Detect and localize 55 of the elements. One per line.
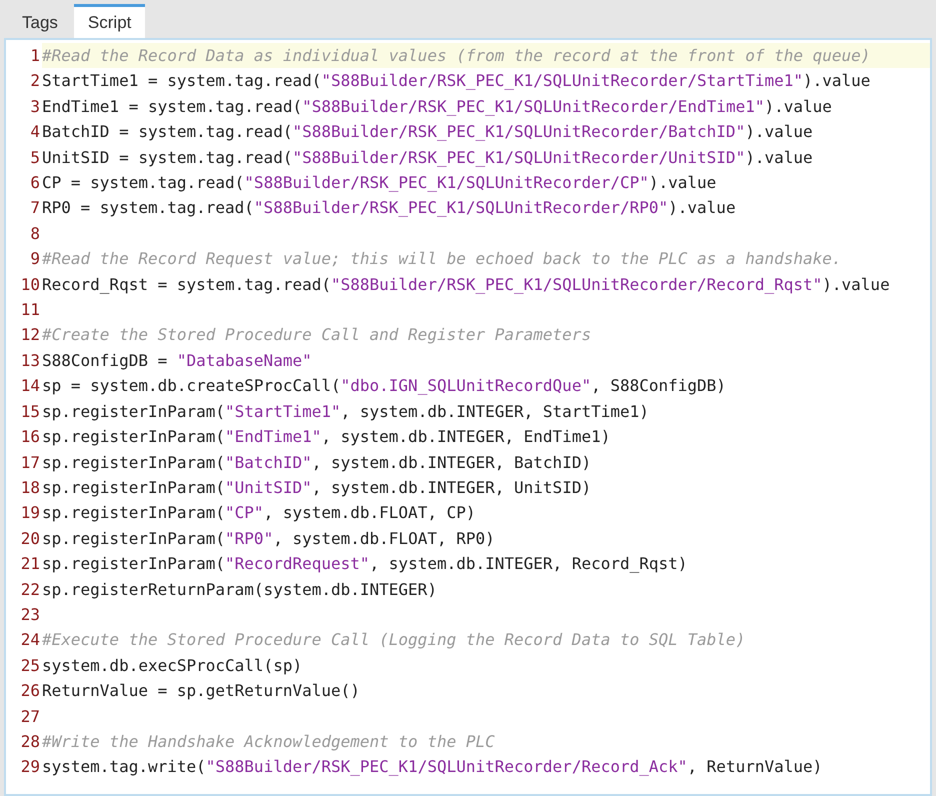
line-number: 11 xyxy=(20,299,41,322)
code-line: sp.registerReturnParam(system.db.INTEGER) xyxy=(42,578,438,601)
code-line: StartTime1 = system.tag.read("S88Builder/RSK_PEC_K1/SQLUnitRecorder/StartTime1").value xyxy=(42,70,872,92)
line-number: 3 xyxy=(29,96,41,118)
code-line: EndTime1 = system.tag.read("S88Builder/RSK_PEC_K1/SQLUnitRecorder/EndTime1").value xyxy=(42,96,833,118)
code-line: sp = system.db.createSProcCall("dbo.IGN_SQLUnitRecordQue", S88ConfigDB) xyxy=(42,375,727,398)
code-line: sp.registerInParam("StartTime1", system.db.INTEGER, StartTime1) xyxy=(42,400,650,423)
line-number: 14 xyxy=(20,375,41,398)
code-line: #Read the Record Request value; this will be echoed back to the PLC as a handshake. xyxy=(42,248,843,270)
line-number: 1 xyxy=(29,45,41,67)
line-number: 26 xyxy=(20,680,41,702)
code-line: sp.registerInParam("RP0", system.db.FLOAT, RP0) xyxy=(42,528,496,550)
code-line: sp.registerInParam("CP", system.db.FLOAT, CP) xyxy=(42,502,476,524)
code-line: system.tag.write("S88Builder/RSK_PEC_K1/SQLUnitRecorder/Record_Ack", ReturnValue) xyxy=(42,756,824,778)
line-number: 13 xyxy=(20,350,41,372)
line-number: 22 xyxy=(20,578,41,601)
code-line: sp.registerInParam("RecordRequest", system.db.INTEGER, Record_Rqst) xyxy=(42,553,688,576)
line-number: 16 xyxy=(20,426,41,448)
code-line: system.db.execSProcCall(sp) xyxy=(42,654,304,677)
code-line: ReturnValue = sp.getReturnValue() xyxy=(42,680,361,702)
line-number: 4 xyxy=(29,121,41,144)
code-line: #Execute the Stored Procedure Call (Logging the Record Data to SQL Table) xyxy=(42,629,746,652)
tab[interactable]: Script xyxy=(74,4,146,38)
line-number: 6 xyxy=(29,172,41,194)
line-number: 12 xyxy=(20,324,41,346)
code-line: UnitSID = system.tag.read("S88Builder/RSK_PEC_K1/SQLUnitRecorder/UnitSID").value xyxy=(42,146,814,169)
code-line: BatchID = system.tag.read("S88Builder/RSK_PEC_K1/SQLUnitRecorder/BatchID").value xyxy=(42,121,814,144)
line-number: 18 xyxy=(20,476,41,499)
code-line: sp.registerInParam("BatchID", system.db.INTEGER, BatchID) xyxy=(42,452,592,474)
line-number: 7 xyxy=(29,197,41,220)
code-line: S88ConfigDB = "DatabaseName" xyxy=(42,350,313,372)
line-number: 27 xyxy=(20,706,41,728)
code-line: CP = system.tag.read("S88Builder/RSK_PEC_K1/SQLUnitRecorder/CP").value xyxy=(42,172,718,194)
line-number: 24 xyxy=(20,629,41,652)
line-number: 17 xyxy=(20,452,41,474)
line-number: 8 xyxy=(29,222,41,245)
line-number: 10 xyxy=(20,274,41,296)
line-number: 9 xyxy=(29,248,41,270)
line-number: 28 xyxy=(20,730,41,753)
code-line: RP0 = system.tag.read("S88Builder/RSK_PEC_K1/SQLUnitRecorder/RP0").value xyxy=(42,197,737,220)
code-editor[interactable] xyxy=(4,38,932,796)
code-line: #Create the Stored Procedure Call and Register Parameters xyxy=(42,324,592,346)
code-line: sp.registerInParam("EndTime1", system.db.INTEGER, EndTime1) xyxy=(42,426,612,448)
code-line: #Write the Handshake Acknowledgement to the PLC xyxy=(42,730,496,753)
line-number: 20 xyxy=(20,528,41,550)
line-number: 2 xyxy=(29,70,41,92)
line-number: 23 xyxy=(20,604,41,626)
line-number: 29 xyxy=(20,756,41,778)
code-line: Record_Rqst = system.tag.read("S88Builder/RSK_PEC_K1/SQLUnitRecorder/Record_Rqst").value xyxy=(42,274,891,296)
code-line: sp.registerInParam("UnitSID", system.db.INTEGER, UnitSID) xyxy=(42,476,592,499)
line-number: 25 xyxy=(20,654,41,677)
line-number: 21 xyxy=(20,553,41,576)
line-number: 5 xyxy=(29,146,41,169)
line-number: 15 xyxy=(20,400,41,423)
line-number: 19 xyxy=(20,502,41,524)
